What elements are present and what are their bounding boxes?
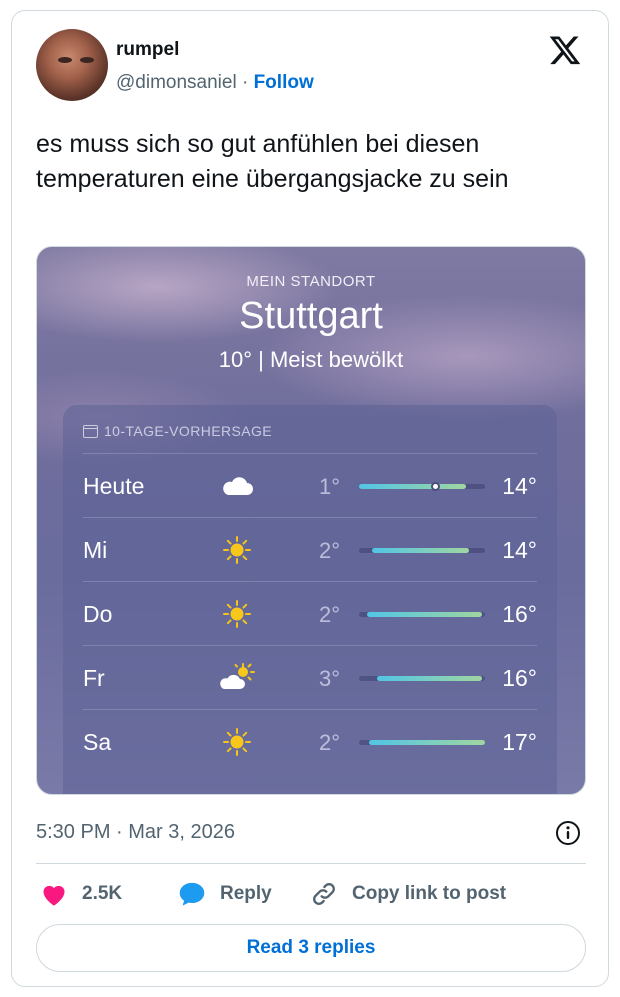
link-icon xyxy=(313,883,335,905)
heart-icon xyxy=(43,885,65,906)
separator-dot: · xyxy=(241,72,249,93)
read-replies-button[interactable]: Read 3 replies xyxy=(36,924,586,972)
temperature-range-track xyxy=(359,612,485,617)
forecast-day: Do xyxy=(83,601,113,627)
avatar[interactable] xyxy=(36,29,108,101)
reply-label: Reply xyxy=(220,883,272,904)
reply-button[interactable]: Reply xyxy=(178,878,272,910)
like-count: 2.5K xyxy=(82,883,123,904)
sun-cloud-icon xyxy=(219,662,255,694)
forecast-day: Heute xyxy=(83,473,145,499)
forecast-row: Heute 1° 14° xyxy=(83,453,537,517)
sun-icon xyxy=(219,726,255,758)
handle-row: @dimonsaniel · Follow xyxy=(116,72,314,94)
current-temperature-marker xyxy=(430,482,440,491)
tweet-text: es muss sich so gut anfühlen bei diesen … xyxy=(36,130,509,193)
temperature-range-track xyxy=(359,740,485,745)
action-bar: 2.5K Reply Copy link to post xyxy=(36,878,586,910)
forecast-day: Sa xyxy=(83,729,112,755)
info-icon[interactable] xyxy=(555,820,581,846)
display-name[interactable]: rumpel xyxy=(116,39,179,61)
copy-link-button[interactable]: Copy link to post xyxy=(310,878,506,910)
tweet-card: rumpel @dimonsaniel · Follow es muss sic… xyxy=(11,10,609,987)
temperature-range-bar xyxy=(366,612,483,617)
like-button[interactable]: 2.5K xyxy=(40,878,122,910)
forecast-low: 2° xyxy=(319,730,341,755)
forecast-low: 2° xyxy=(319,538,341,563)
cloud-icon xyxy=(219,470,255,502)
temperature-range-bar xyxy=(359,484,467,489)
weather-screenshot[interactable]: MEIN STANDORT Stuttgart 10° | Meist bewö… xyxy=(36,246,586,795)
forecast-high: 16° xyxy=(502,601,537,627)
forecast-header: 10-TAGE-VORHERSAGE xyxy=(83,423,272,439)
weather-city: Stuttgart xyxy=(239,295,383,337)
temperature-range-bar xyxy=(371,548,469,553)
forecast-row: Do 2° 16° xyxy=(83,581,537,645)
forecast-high: 14° xyxy=(502,473,537,499)
forecast-row: Mi 2° 14° xyxy=(83,517,537,581)
forecast-low: 1° xyxy=(319,474,341,499)
forecast-high: 14° xyxy=(502,537,537,563)
forecast-header-label: 10-TAGE-VORHERSAGE xyxy=(104,423,272,439)
temperature-range-track xyxy=(359,548,485,553)
x-logo-icon[interactable] xyxy=(548,33,582,67)
weather-location-label: MEIN STANDORT xyxy=(246,273,376,290)
temperature-range-track xyxy=(359,482,485,491)
weather-current: 10° | Meist bewölkt xyxy=(218,347,404,372)
copy-link-label: Copy link to post xyxy=(352,883,507,904)
user-handle[interactable]: @dimonsaniel xyxy=(116,72,237,93)
temperature-range-track xyxy=(359,676,485,681)
forecast-low: 2° xyxy=(319,602,341,627)
forecast-row: Fr 3° 16° xyxy=(83,645,537,709)
reply-bubble-icon xyxy=(179,882,205,906)
temperature-range-bar xyxy=(369,740,485,745)
forecast-high: 17° xyxy=(502,729,537,755)
forecast-day: Mi xyxy=(83,537,108,563)
forecast-row: Sa 2° 17° xyxy=(83,709,537,773)
follow-button[interactable]: Follow xyxy=(254,72,314,93)
sun-icon xyxy=(219,534,255,566)
temperature-range-bar xyxy=(376,676,483,681)
sun-icon xyxy=(219,598,255,630)
forecast-panel: 10-TAGE-VORHERSAGE Heute 1° 14° Mi 2° 14° Do 2°… xyxy=(63,405,557,794)
divider xyxy=(36,863,586,864)
forecast-low: 3° xyxy=(319,666,341,691)
forecast-high: 16° xyxy=(502,665,537,691)
forecast-day: Fr xyxy=(83,665,105,691)
tweet-timestamp[interactable]: 5:30 PM · Mar 3, 2026 xyxy=(36,821,235,844)
calendar-icon xyxy=(83,424,98,438)
